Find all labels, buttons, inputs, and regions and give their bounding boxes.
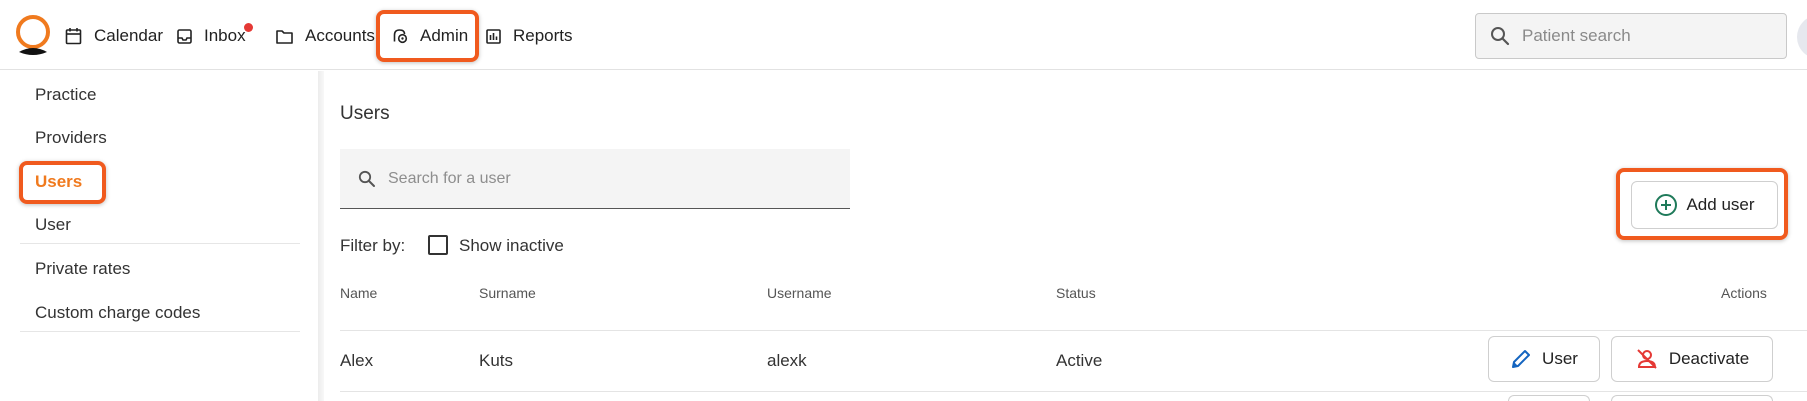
edit-user-button[interactable]: User	[1488, 336, 1600, 382]
sidebar-item-custom-charge-codes[interactable]: Custom charge codes	[35, 303, 200, 323]
add-circle-icon	[1655, 194, 1678, 216]
nav-reports[interactable]: Reports	[486, 17, 573, 55]
user-search-box[interactable]	[340, 149, 850, 209]
add-user-button[interactable]: Add user	[1631, 181, 1778, 229]
column-header-surname: Surname	[479, 285, 536, 301]
deactivate-user-button[interactable]: Deactivate	[1611, 336, 1773, 382]
search-icon	[1491, 27, 1510, 46]
nav-calendar[interactable]: Calendar	[65, 17, 163, 55]
table-divider	[340, 391, 1807, 392]
inbox-unread-badge	[244, 23, 253, 32]
sidebar-item-providers[interactable]: Providers	[35, 128, 107, 148]
pencil-icon	[1512, 350, 1531, 368]
show-inactive-checkbox[interactable]	[428, 235, 448, 255]
patient-search-box[interactable]	[1475, 13, 1787, 59]
user-search-input[interactable]	[388, 169, 828, 188]
column-header-username: Username	[767, 285, 832, 301]
top-navigation-bar: Calendar Inbox Accounts Admin Reports	[0, 0, 1807, 70]
search-icon	[358, 170, 375, 187]
deactivate-user-label: Deactivate	[1668, 349, 1750, 368]
folder-icon	[276, 29, 293, 44]
add-user-label: Add user	[1686, 195, 1755, 214]
filter-label: Filter by:	[340, 236, 406, 255]
column-header-name: Name	[340, 285, 378, 301]
nav-accounts-label: Accounts	[305, 26, 375, 45]
column-header-status: Status	[1056, 285, 1096, 301]
patient-search-input[interactable]	[1522, 26, 1762, 46]
sidebar-divider	[20, 243, 300, 244]
sidebar-item-user[interactable]: User	[35, 215, 71, 235]
users-panel: Users Filter by: Show inactive Add user …	[324, 71, 1807, 401]
nav-admin-label: Admin	[420, 26, 469, 45]
show-inactive-label[interactable]: Show inactive	[459, 236, 564, 256]
cell-name: Alex	[340, 351, 374, 370]
next-row-deactivate-button-partial[interactable]	[1611, 395, 1773, 401]
page-title: Users	[340, 103, 390, 124]
sidebar-item-practice[interactable]: Practice	[35, 85, 96, 105]
sidebar-divider	[20, 331, 300, 332]
column-header-actions: Actions	[1721, 285, 1767, 301]
nav-calendar-label: Calendar	[94, 26, 163, 45]
admin-sidebar: Practice Providers Users User Private ra…	[0, 71, 318, 401]
nav-admin[interactable]: Admin	[392, 17, 468, 55]
next-row-edit-button-partial[interactable]	[1508, 395, 1590, 401]
nav-accounts[interactable]: Accounts	[276, 17, 375, 55]
app-logo[interactable]	[13, 14, 53, 56]
sidebar-item-users[interactable]: Users	[35, 172, 82, 192]
sidebar-item-private-rates[interactable]: Private rates	[35, 259, 130, 279]
edit-user-label: User	[1542, 349, 1578, 368]
nav-reports-label: Reports	[513, 26, 573, 45]
calendar-icon	[65, 28, 82, 45]
cell-status: Active	[1056, 351, 1103, 370]
bar-chart-icon	[486, 28, 501, 44]
table-divider	[340, 330, 1807, 331]
nav-inbox[interactable]: Inbox	[177, 17, 246, 55]
user-off-icon	[1637, 349, 1657, 369]
cell-username: alexk	[767, 351, 807, 370]
nav-inbox-label: Inbox	[204, 26, 246, 45]
inbox-icon	[177, 28, 192, 44]
user-avatar[interactable]	[1797, 15, 1807, 59]
admin-cog-icon	[393, 29, 408, 44]
cell-surname: Kuts	[479, 351, 514, 370]
